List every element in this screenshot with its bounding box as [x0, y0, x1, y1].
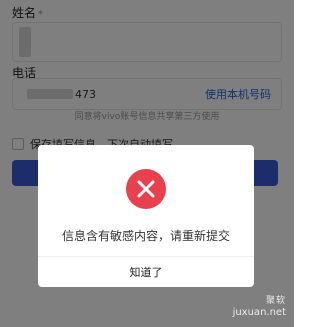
close-icon	[137, 180, 155, 198]
ok-button[interactable]: 知道了	[38, 257, 254, 287]
watermark-logo-text: 聚软	[265, 296, 286, 306]
error-dialog: 信息含有敏感内容，请重新提交 知道了	[38, 145, 254, 287]
dialog-message: 信息含有敏感内容，请重新提交	[61, 229, 230, 243]
watermark: 聚软 juxuan.net	[233, 295, 286, 319]
watermark-url: juxuan.net	[232, 307, 286, 318]
error-icon	[126, 169, 166, 209]
